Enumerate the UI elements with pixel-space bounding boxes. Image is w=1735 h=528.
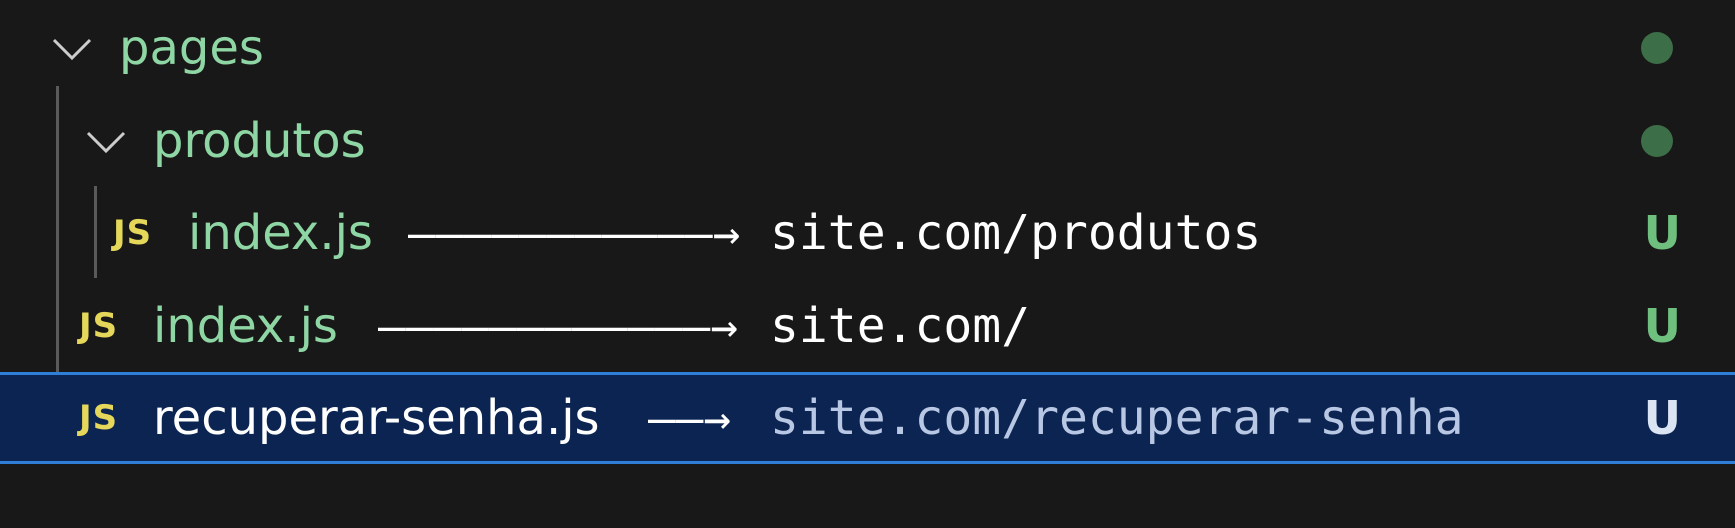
folder-label-pages: pages — [119, 20, 264, 76]
tree-item-file-recuperar-senha[interactable]: JS recuperar-senha.js ——→ site.com/recup… — [0, 372, 1735, 464]
javascript-file-icon: JS — [79, 398, 119, 438]
folder-label-produtos: produtos — [153, 113, 366, 169]
chevron-down-icon[interactable] — [84, 119, 128, 163]
modified-dot-icon — [1641, 125, 1673, 157]
tree-item-folder-produtos[interactable]: produtos — [0, 95, 1735, 187]
file-label: recuperar-senha.js — [153, 390, 600, 446]
tree-item-file-produtos-index[interactable]: JS index.js ———————————→ site.com/produt… — [0, 187, 1735, 279]
file-explorer-tree: pages produtos JS index.js ———————————→ … — [0, 0, 1735, 528]
chevron-down-icon[interactable] — [50, 26, 94, 70]
javascript-file-icon: JS — [79, 306, 119, 346]
modified-dot-icon — [1641, 32, 1673, 64]
untracked-status-badge: U — [1643, 206, 1681, 260]
file-label: index.js — [153, 298, 338, 354]
route-arrow: ——→ — [648, 391, 732, 445]
route-arrow: ————————————→ — [378, 299, 739, 353]
route-url: site.com/recuperar-senha — [770, 390, 1464, 446]
tree-item-file-pages-index[interactable]: JS index.js ————————————→ site.com/ U — [0, 280, 1735, 372]
route-url: site.com/ — [770, 298, 1031, 354]
javascript-file-icon: JS — [113, 213, 153, 253]
route-url: site.com/produtos — [770, 205, 1262, 261]
untracked-status-badge: U — [1643, 299, 1681, 353]
tree-item-folder-pages[interactable]: pages — [0, 2, 1735, 94]
route-arrow: ———————————→ — [408, 206, 741, 260]
file-label: index.js — [188, 205, 373, 261]
untracked-status-badge: U — [1643, 391, 1681, 445]
